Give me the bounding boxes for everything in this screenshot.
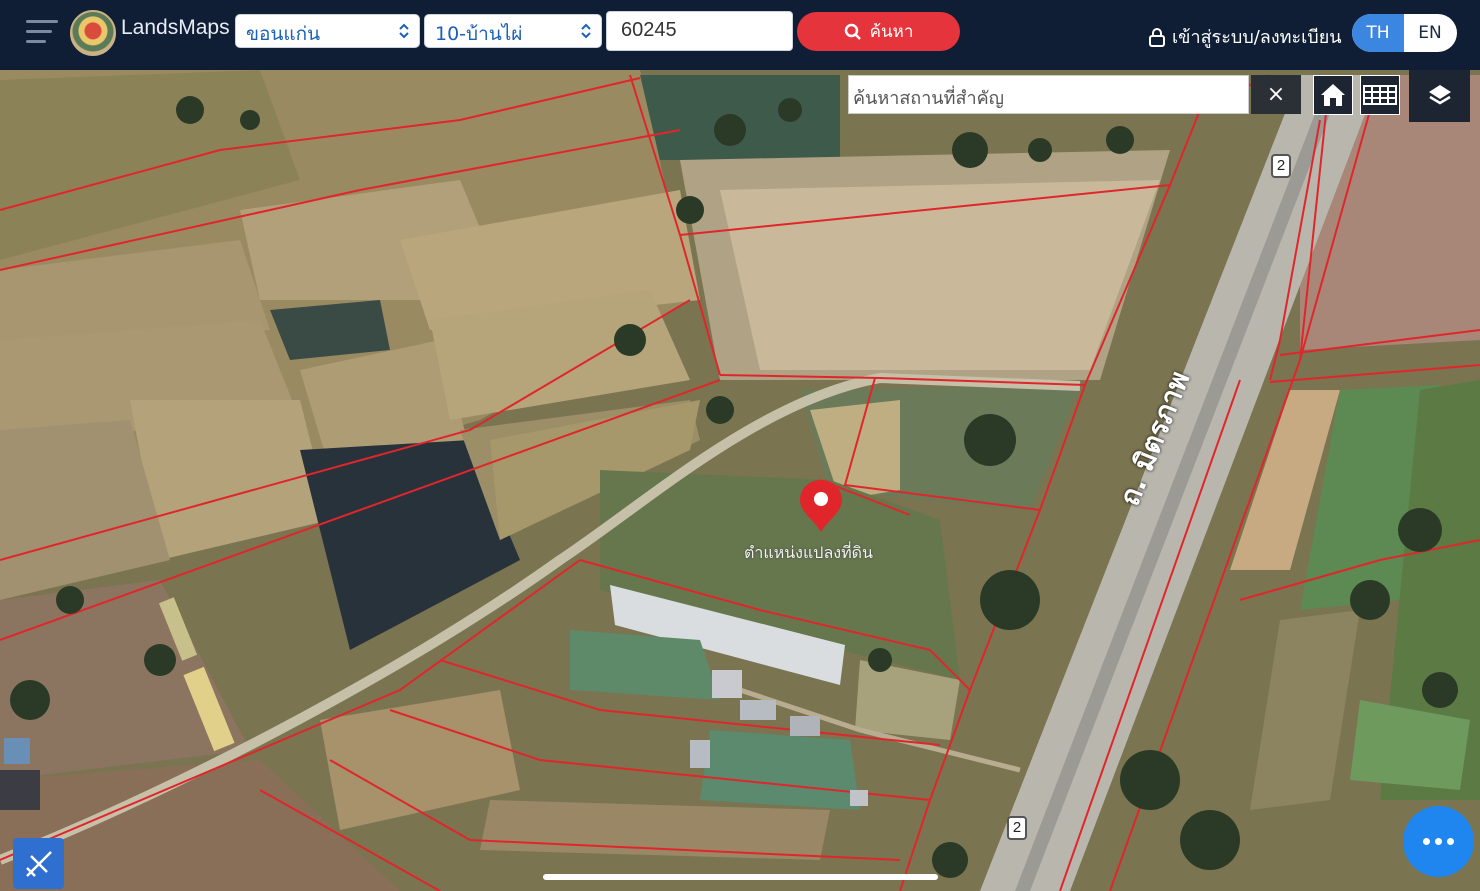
search-icon — [844, 23, 861, 40]
parcel-number-input[interactable]: 60245 — [606, 11, 793, 51]
more-options-button[interactable] — [1403, 806, 1474, 877]
district-value: 10-บ้านไผ่ — [435, 23, 523, 45]
pin-label: ตำแหน่งแปลงที่ดิน — [744, 543, 873, 562]
home-button[interactable] — [1313, 75, 1353, 115]
satellite-map[interactable] — [0, 70, 1480, 891]
lock-icon — [1149, 27, 1165, 47]
clear-search-button[interactable]: × — [1251, 75, 1301, 114]
department-of-lands-logo[interactable] — [70, 10, 116, 56]
updown-chevron-icon — [399, 23, 409, 39]
place-search-input[interactable]: ค้นหาสถานที่สำคัญ — [848, 75, 1249, 114]
lang-th-button[interactable]: TH — [1352, 14, 1404, 52]
map-canvas — [0, 70, 1480, 891]
top-navigation-bar: LandsMaps ขอนแก่น 10-บ้านไผ่ 60245 ค้นหา… — [0, 0, 1480, 70]
login-label: เข้าสู่ระบบ/ลงทะเบียน — [1172, 27, 1342, 48]
measure-tool-button[interactable] — [13, 838, 64, 889]
home-icon — [1321, 84, 1345, 106]
home-indicator-bar — [543, 874, 938, 880]
updown-chevron-icon — [581, 23, 591, 39]
hamburger-menu-icon[interactable] — [26, 20, 58, 46]
dot-icon — [1447, 838, 1454, 845]
brand-name[interactable]: LandsMaps — [121, 16, 230, 40]
route-shield: 2 — [1271, 154, 1291, 178]
route-shield: 2 — [1007, 816, 1027, 840]
search-button-label: ค้นหา — [869, 22, 914, 42]
province-value: ขอนแก่น — [246, 23, 321, 45]
ruler-pencil-icon — [25, 850, 52, 877]
dot-icon — [1423, 838, 1430, 845]
province-select[interactable]: ขอนแก่น — [235, 14, 420, 48]
district-select[interactable]: 10-บ้านไผ่ — [424, 14, 602, 48]
language-toggle[interactable]: TH EN — [1352, 14, 1457, 52]
search-button[interactable]: ค้นหา — [797, 12, 960, 51]
lang-en-button[interactable]: EN — [1404, 14, 1456, 52]
grid-icon — [1363, 85, 1397, 105]
grid-toggle-button[interactable] — [1360, 75, 1400, 115]
layers-button[interactable] — [1409, 70, 1470, 122]
layers-icon — [1428, 85, 1451, 105]
dot-icon — [1435, 838, 1442, 845]
login-register-link[interactable]: เข้าสู่ระบบ/ลงทะเบียน — [1148, 22, 1342, 51]
